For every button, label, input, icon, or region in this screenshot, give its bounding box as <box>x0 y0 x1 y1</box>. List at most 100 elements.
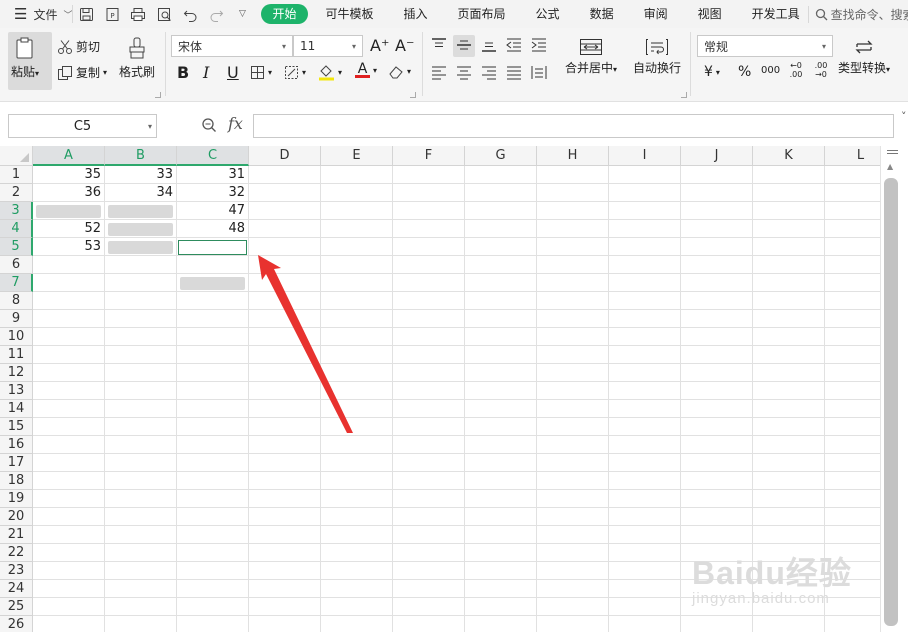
row-header-11[interactable]: 11 <box>0 346 33 364</box>
vertical-scrollbar[interactable]: ▲ <box>880 146 908 632</box>
tab-data[interactable]: 数据 <box>575 4 629 24</box>
currency-button[interactable]: ¥ ▾ <box>704 64 720 80</box>
align-left-button[interactable] <box>431 66 447 80</box>
row-header-14[interactable]: 14 <box>0 400 33 418</box>
copy-button[interactable]: 复制 ▾ <box>57 64 107 81</box>
tab-review[interactable]: 审阅 <box>629 4 683 24</box>
blank-cell-b3[interactable] <box>108 205 173 218</box>
row-header-1[interactable]: 1 <box>0 166 33 184</box>
column-header-b[interactable]: B <box>105 146 177 166</box>
format-painter-button[interactable]: 格式刷 <box>119 36 155 80</box>
more-icon[interactable]: ▽ <box>233 5 251 23</box>
borders-button[interactable]: ▾ <box>250 65 272 80</box>
cell-c2[interactable]: 32 <box>177 184 249 202</box>
thousands-separator-button[interactable]: 000 <box>761 65 780 76</box>
blank-cell-b5[interactable] <box>108 241 173 254</box>
tab-view[interactable]: 视图 <box>683 4 737 24</box>
cut-button[interactable]: 剪切 <box>57 38 100 55</box>
column-header-l[interactable]: L <box>825 146 880 166</box>
tab-home[interactable]: 开始 <box>261 4 308 24</box>
print-icon[interactable] <box>129 5 147 23</box>
alignment-dialog-launcher[interactable] <box>681 92 687 98</box>
wrap-text-button[interactable]: 自动换行 <box>633 38 681 76</box>
shrink-font-button[interactable]: A⁻ <box>395 36 414 55</box>
row-header-22[interactable]: 22 <box>0 544 33 562</box>
align-top-button[interactable] <box>431 38 447 52</box>
blank-cell-b4[interactable] <box>108 223 173 236</box>
blank-cell-c7[interactable] <box>180 277 245 290</box>
row-header-23[interactable]: 23 <box>0 562 33 580</box>
formula-input[interactable] <box>253 114 894 138</box>
cell-a1[interactable]: 35 <box>33 166 105 184</box>
row-header-12[interactable]: 12 <box>0 364 33 382</box>
select-all-corner[interactable] <box>0 146 33 166</box>
row-header-9[interactable]: 9 <box>0 310 33 328</box>
row-header-6[interactable]: 6 <box>0 256 33 274</box>
scroll-up-icon[interactable]: ▲ <box>887 162 893 171</box>
align-right-button[interactable] <box>481 66 497 80</box>
row-header-8[interactable]: 8 <box>0 292 33 310</box>
underline-button[interactable]: U <box>227 63 239 82</box>
clear-format-button[interactable]: ▾ <box>388 64 411 79</box>
row-header-13[interactable]: 13 <box>0 382 33 400</box>
align-center-button[interactable] <box>456 66 472 80</box>
cell-shading-button[interactable]: ▾ <box>284 65 306 80</box>
cell-a4[interactable]: 52 <box>33 220 105 238</box>
row-header-15[interactable]: 15 <box>0 418 33 436</box>
row-header-5[interactable]: 5 <box>0 238 33 256</box>
tab-formulas[interactable]: 公式 <box>521 4 575 24</box>
paste-button[interactable]: 粘贴▾ <box>11 36 39 80</box>
row-header-26[interactable]: 26 <box>0 616 33 632</box>
number-format-select[interactable]: 常规 ▾ <box>697 35 833 57</box>
column-header-a[interactable]: A <box>33 146 105 166</box>
file-menu[interactable]: ☰ 文件 ﹀ <box>0 6 72 23</box>
row-header-16[interactable]: 16 <box>0 436 33 454</box>
tab-page-layout[interactable]: 页面布局 <box>443 4 521 24</box>
cell-c1[interactable]: 31 <box>177 166 249 184</box>
column-header-g[interactable]: G <box>465 146 537 166</box>
increase-decimal-button[interactable]: ←0 .00 <box>786 61 806 79</box>
cell-c3[interactable]: 47 <box>177 202 249 220</box>
split-grip-icon[interactable] <box>887 150 898 151</box>
row-header-24[interactable]: 24 <box>0 580 33 598</box>
cell-a2[interactable]: 36 <box>33 184 105 202</box>
decrease-indent-button[interactable] <box>506 38 522 52</box>
justify-button[interactable] <box>506 66 522 80</box>
decrease-decimal-button[interactable]: .00 →0 <box>811 61 831 79</box>
column-header-f[interactable]: F <box>393 146 465 166</box>
column-header-i[interactable]: I <box>609 146 681 166</box>
cell-a5[interactable]: 53 <box>33 238 105 256</box>
cell-c4[interactable]: 48 <box>177 220 249 238</box>
row-header-21[interactable]: 21 <box>0 526 33 544</box>
font-size-select[interactable]: 11 ▾ <box>293 35 363 57</box>
row-header-7[interactable]: 7 <box>0 274 33 292</box>
clipboard-dialog-launcher[interactable] <box>155 92 161 98</box>
blank-cell-a3[interactable] <box>36 205 101 218</box>
fill-color-button[interactable]: ▾ <box>318 63 342 81</box>
font-name-select[interactable]: 宋体 ▾ <box>171 35 293 57</box>
active-cell-c5[interactable] <box>178 240 247 255</box>
column-header-d[interactable]: D <box>249 146 321 166</box>
redo-icon[interactable] <box>207 5 225 23</box>
row-header-10[interactable]: 10 <box>0 328 33 346</box>
row-header-2[interactable]: 2 <box>0 184 33 202</box>
row-header-17[interactable]: 17 <box>0 454 33 472</box>
save-icon[interactable] <box>77 5 95 23</box>
undo-icon[interactable] <box>181 5 199 23</box>
italic-button[interactable]: I <box>203 63 209 82</box>
row-header-18[interactable]: 18 <box>0 472 33 490</box>
bold-button[interactable]: B <box>177 63 189 82</box>
print-preview-icon[interactable] <box>155 5 173 23</box>
row-header-20[interactable]: 20 <box>0 508 33 526</box>
zoom-icon[interactable] <box>201 117 217 133</box>
cell-b1[interactable]: 33 <box>105 166 177 184</box>
percent-button[interactable]: % <box>738 64 751 80</box>
font-dialog-launcher[interactable] <box>410 92 416 98</box>
command-search[interactable]: 查找命令、搜索模板 <box>807 5 908 23</box>
column-header-h[interactable]: H <box>537 146 609 166</box>
align-bottom-button[interactable] <box>481 38 497 52</box>
row-header-3[interactable]: 3 <box>0 202 33 220</box>
insert-function-button[interactable]: fx <box>228 114 243 133</box>
type-convert-button[interactable]: 类型转换▾ <box>838 38 890 76</box>
scroll-thumb[interactable] <box>884 178 898 626</box>
